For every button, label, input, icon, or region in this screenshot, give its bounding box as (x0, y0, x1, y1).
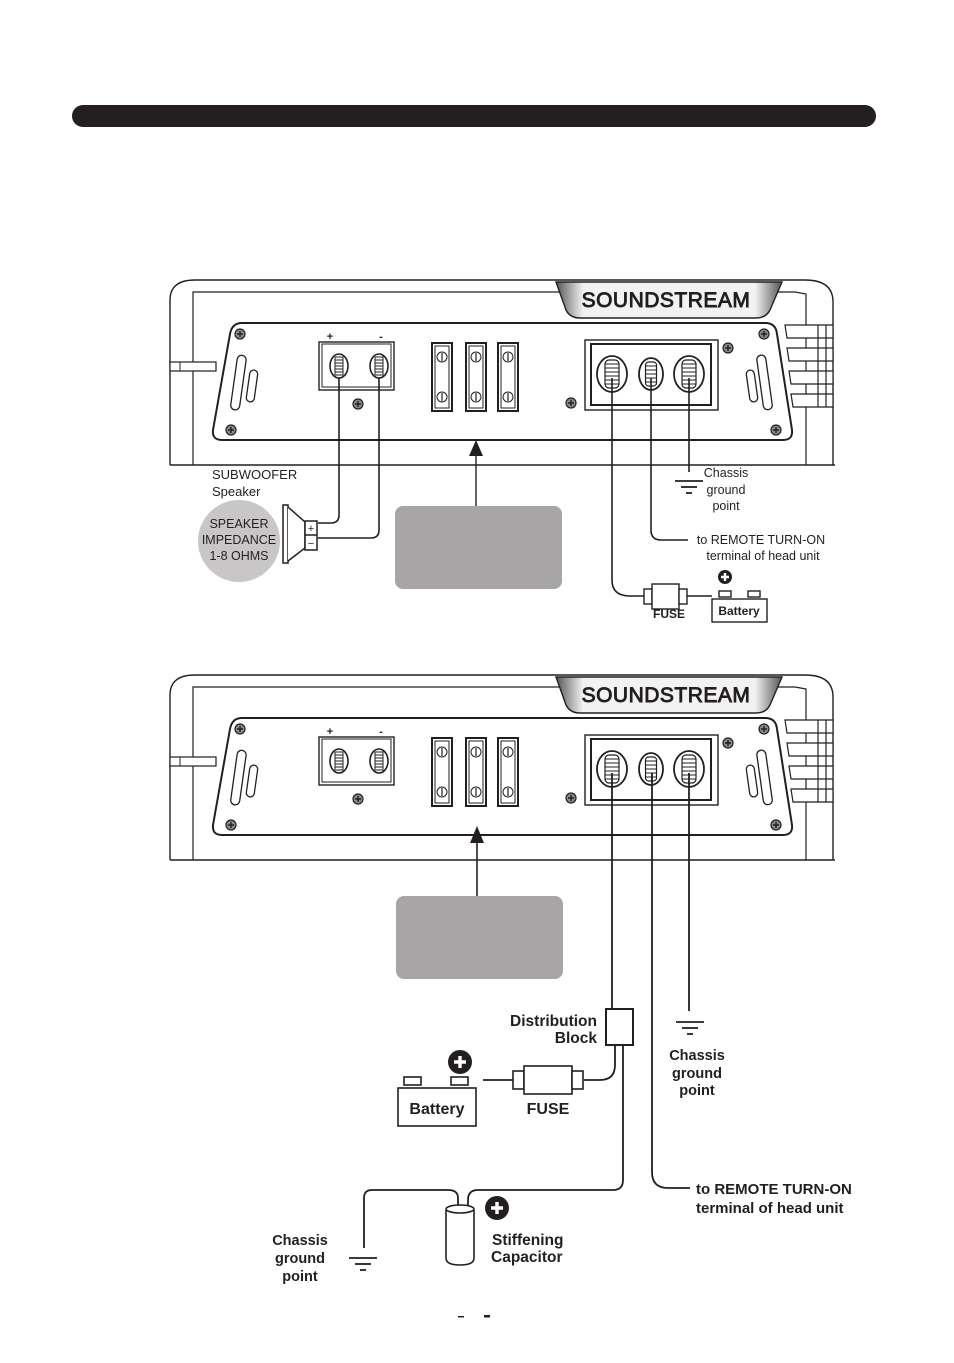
distribution-label-2: Block (555, 1030, 598, 1047)
chassis-label-3: point (679, 1083, 715, 1099)
bottom-callout-arrow (470, 826, 484, 896)
impedance-line-3: 1-8 OHMS (209, 549, 268, 563)
impedance-line-2: IMPEDANCE (202, 533, 276, 547)
ground-icon (348, 1257, 378, 1271)
terminal-plus-label: + (327, 726, 333, 738)
brand-logo: SOUNDSTREAM (582, 684, 751, 707)
battery-label: Battery (718, 604, 760, 618)
bottom-callout-box (396, 896, 563, 979)
page-number-marks (458, 1315, 490, 1318)
chassis-label-1: Chassis (669, 1048, 725, 1064)
fuse-icon (643, 583, 688, 610)
capacitor-label-1: Stiffening (492, 1232, 563, 1249)
cap-chassis-label-3: point (282, 1269, 318, 1285)
remote-label-1: to REMOTE TURN-ON (696, 1181, 852, 1198)
chassis-label-1: Chassis (704, 466, 748, 480)
chassis-label-2: ground (672, 1066, 722, 1082)
chassis-label-3: point (712, 499, 740, 513)
capacitor-label-2: Capacitor (491, 1249, 563, 1266)
terminal-plus-label: + (327, 331, 333, 343)
amplifier-top: SOUNDSTREAM + - (170, 280, 835, 465)
speaker-plus-label: + (308, 523, 314, 535)
battery-label: Battery (409, 1101, 464, 1118)
fuse-icon (512, 1065, 584, 1095)
positive-icon (718, 570, 732, 584)
cap-chassis-label-1: Chassis (272, 1233, 328, 1249)
speaker-minus-label: − (308, 538, 314, 550)
bottom-wiring (363, 773, 690, 1248)
ground-icon (674, 480, 704, 494)
top-callout-arrow (469, 440, 483, 506)
amplifier-bottom: SOUNDSTREAM + - (170, 675, 835, 860)
impedance-line-1: SPEAKER (209, 517, 268, 531)
brand-logo: SOUNDSTREAM (582, 289, 751, 312)
distribution-label-1: Distribution (510, 1013, 597, 1030)
wiring-diagram: SOUNDSTREAM + - SUBWOOFER Speaker SPEAKE… (0, 0, 852, 1318)
top-callout-box (395, 506, 562, 589)
remote-label-2: terminal of head unit (696, 1200, 844, 1217)
terminal-minus-label: - (379, 726, 383, 738)
terminal-minus-label: - (379, 331, 383, 343)
remote-label-1: to REMOTE TURN-ON (697, 533, 825, 547)
remote-label-2: terminal of head unit (706, 549, 820, 563)
ground-icon (675, 1021, 705, 1035)
capacitor-icon (445, 1204, 475, 1266)
positive-icon (448, 1050, 472, 1074)
subwoofer-label: SUBWOOFER (212, 467, 297, 482)
positive-icon (485, 1196, 509, 1220)
fuse-label: FUSE (653, 607, 685, 621)
cap-chassis-label-2: ground (275, 1251, 325, 1267)
distribution-block-icon (605, 1008, 634, 1046)
fuse-label: FUSE (527, 1101, 570, 1118)
subwoofer-sublabel: Speaker (212, 484, 261, 499)
chassis-label-2: ground (707, 483, 746, 497)
